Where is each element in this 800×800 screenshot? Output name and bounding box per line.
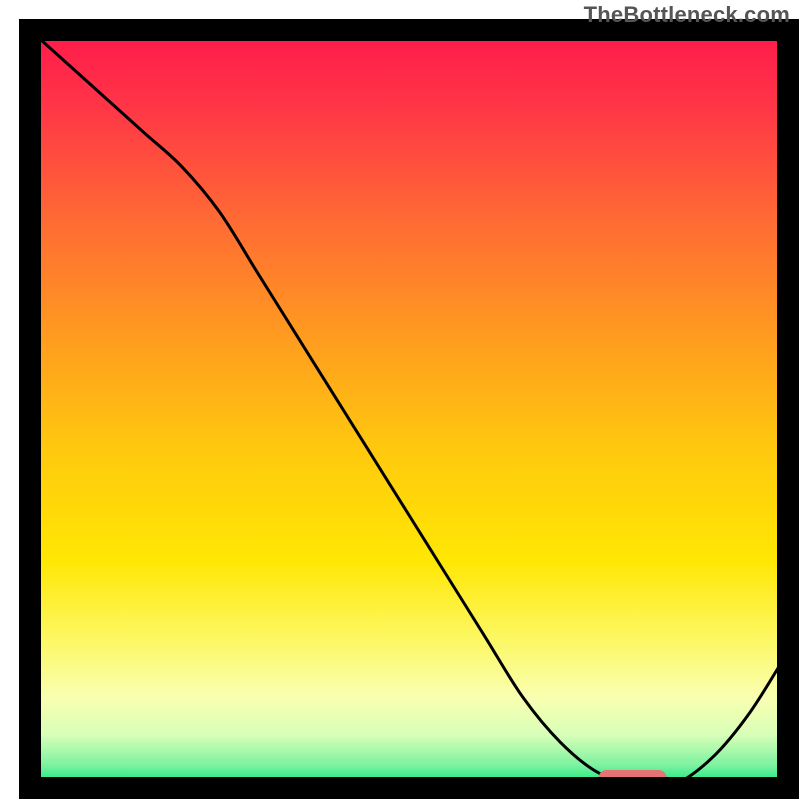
chart-gradient-background: [30, 30, 788, 788]
bottleneck-chart: [0, 0, 800, 800]
watermark-text: TheBottleneck.com: [584, 2, 790, 28]
